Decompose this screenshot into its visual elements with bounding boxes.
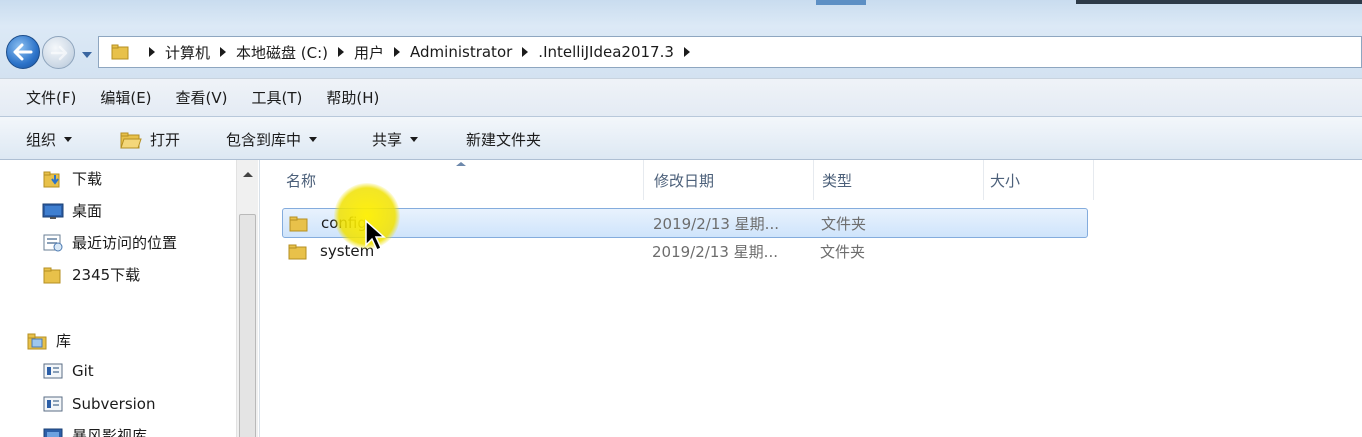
- column-header-name[interactable]: 名称: [278, 160, 644, 200]
- menu-help[interactable]: 帮助(H): [314, 87, 391, 108]
- nav-label: 2345下载: [72, 266, 141, 284]
- column-label: 修改日期: [654, 171, 715, 190]
- crumb-local-disk[interactable]: 本地磁盘 (C:): [210, 42, 328, 63]
- nav-label: 库: [56, 332, 72, 350]
- nav-label: 下载: [72, 170, 103, 188]
- include-library-label: 包含到库中: [226, 131, 302, 149]
- menu-tools[interactable]: 工具(T): [240, 87, 315, 108]
- file-date: 2019/2/13 星期...: [652, 242, 778, 261]
- menu-edit[interactable]: 编辑(E): [88, 87, 163, 108]
- nav-item-storm-video-library[interactable]: 暴风影视库: [42, 425, 147, 437]
- desktop-icon: [42, 201, 64, 221]
- nav-item-2345-downloads[interactable]: 2345下载: [42, 264, 140, 285]
- chevron-right-icon[interactable]: [149, 47, 155, 57]
- chevron-down-icon: [82, 52, 92, 58]
- scroll-up-icon[interactable]: [243, 172, 253, 177]
- back-arrow-icon: [13, 43, 33, 61]
- back-button[interactable]: [6, 35, 40, 69]
- nav-label: Git: [72, 362, 94, 380]
- address-row: 计算机 本地磁盘 (C:) 用户 Administrator .IntelliJ…: [0, 26, 1362, 78]
- nav-label: 桌面: [72, 202, 103, 220]
- scrollbar-thumb[interactable]: [239, 214, 256, 437]
- title-dark-edge: [1076, 0, 1362, 4]
- column-header-size[interactable]: 大小: [984, 160, 1094, 200]
- crumb-intellij[interactable]: .IntelliJIdea2017.3: [512, 43, 700, 61]
- column-label: 类型: [822, 171, 853, 190]
- chevron-down-icon: [410, 137, 419, 142]
- recent-pages-dropdown[interactable]: [80, 46, 94, 58]
- chevron-down-icon: [64, 137, 73, 142]
- new-folder-label: 新建文件夹: [466, 131, 542, 149]
- share-button[interactable]: 共享: [372, 129, 419, 150]
- open-folder-icon: [120, 132, 142, 148]
- open-label: 打开: [150, 131, 181, 149]
- nav-item-git[interactable]: Git: [42, 361, 94, 381]
- file-row-system[interactable]: system 2019/2/13 星期... 文件夹: [282, 237, 1088, 267]
- download-folder-icon: [42, 169, 64, 189]
- recent-places-icon: [42, 233, 64, 253]
- crumb-administrator[interactable]: Administrator: [384, 43, 512, 61]
- breadcrumb: 计算机 本地磁盘 (C:) 用户 Administrator .IntelliJ…: [111, 37, 700, 67]
- column-header-type[interactable]: 类型: [814, 160, 984, 200]
- column-header-date[interactable]: 修改日期: [644, 160, 814, 200]
- file-type: 文件夹: [820, 242, 866, 261]
- nav-item-recent-places[interactable]: 最近访问的位置: [42, 232, 177, 253]
- nav-label: 最近访问的位置: [72, 234, 178, 252]
- file-row-config[interactable]: config 2019/2/13 星期... 文件夹: [282, 208, 1088, 238]
- folder-icon: [288, 243, 308, 260]
- folder-icon: [42, 265, 64, 285]
- chevron-right-icon[interactable]: [522, 47, 529, 57]
- column-label: 大小: [990, 171, 1021, 190]
- crumb-label[interactable]: Administrator: [410, 43, 512, 61]
- share-label: 共享: [372, 131, 403, 149]
- nav-item-desktop[interactable]: 桌面: [42, 200, 102, 221]
- menubar: 文件(F) 编辑(E) 查看(V) 工具(T) 帮助(H): [0, 78, 1362, 116]
- library-icon: [26, 331, 48, 351]
- address-bar[interactable]: 计算机 本地磁盘 (C:) 用户 Administrator .IntelliJ…: [98, 36, 1362, 68]
- forward-arrow-icon: [50, 45, 67, 60]
- new-folder-button[interactable]: 新建文件夹: [466, 129, 541, 150]
- nav-item-subversion[interactable]: Subversion: [42, 394, 156, 414]
- folder-icon: [289, 215, 309, 232]
- chevron-right-icon[interactable]: [220, 47, 227, 57]
- nav-item-libraries[interactable]: 库: [26, 330, 71, 351]
- file-date: 2019/2/13 星期...: [653, 214, 779, 233]
- chevron-right-icon[interactable]: [394, 47, 401, 57]
- folder-icon: [111, 44, 129, 60]
- navigation-pane: 下载 桌面 最近访问的位置 2345下载 库 Git Subversion 暴风…: [0, 160, 260, 437]
- navigation-pane-scrollbar[interactable]: [236, 160, 258, 437]
- title-accent: [816, 0, 866, 5]
- open-button[interactable]: 打开: [120, 129, 180, 150]
- chevron-down-icon: [309, 137, 318, 142]
- crumb-label[interactable]: 计算机: [165, 42, 210, 63]
- forward-button[interactable]: [42, 36, 75, 69]
- crumb-computer[interactable]: 计算机: [139, 42, 210, 63]
- menu-view[interactable]: 查看(V): [164, 87, 240, 108]
- chevron-right-icon[interactable]: [338, 47, 345, 57]
- mouse-pointer-icon: [365, 219, 386, 252]
- column-label: 名称: [286, 171, 317, 190]
- organize-label: 组织: [26, 131, 57, 149]
- crumb-label[interactable]: 用户: [354, 42, 384, 63]
- nav-item-downloads[interactable]: 下载: [42, 168, 102, 189]
- crumb-label[interactable]: 本地磁盘 (C:): [236, 42, 328, 63]
- nav-label: 暴风影视库: [72, 427, 148, 437]
- window-title-strip: [0, 0, 1362, 26]
- file-type: 文件夹: [821, 214, 867, 233]
- include-in-library-button[interactable]: 包含到库中: [226, 129, 318, 150]
- menu-file[interactable]: 文件(F): [14, 87, 88, 108]
- library-doc-icon: [42, 361, 64, 381]
- library-doc-icon: [42, 394, 64, 414]
- nav-label: Subversion: [72, 395, 156, 413]
- crumb-users[interactable]: 用户: [328, 42, 384, 63]
- file-list: 名称 修改日期 类型 大小 config 2019/2/13 星期... 文件夹: [262, 160, 1362, 437]
- library-video-icon: [42, 426, 64, 437]
- organize-button[interactable]: 组织: [26, 129, 73, 150]
- crumb-label[interactable]: .IntelliJIdea2017.3: [538, 43, 674, 61]
- command-bar: 组织 打开 包含到库中 共享 新建文件夹: [0, 116, 1362, 160]
- chevron-right-icon[interactable]: [683, 47, 690, 57]
